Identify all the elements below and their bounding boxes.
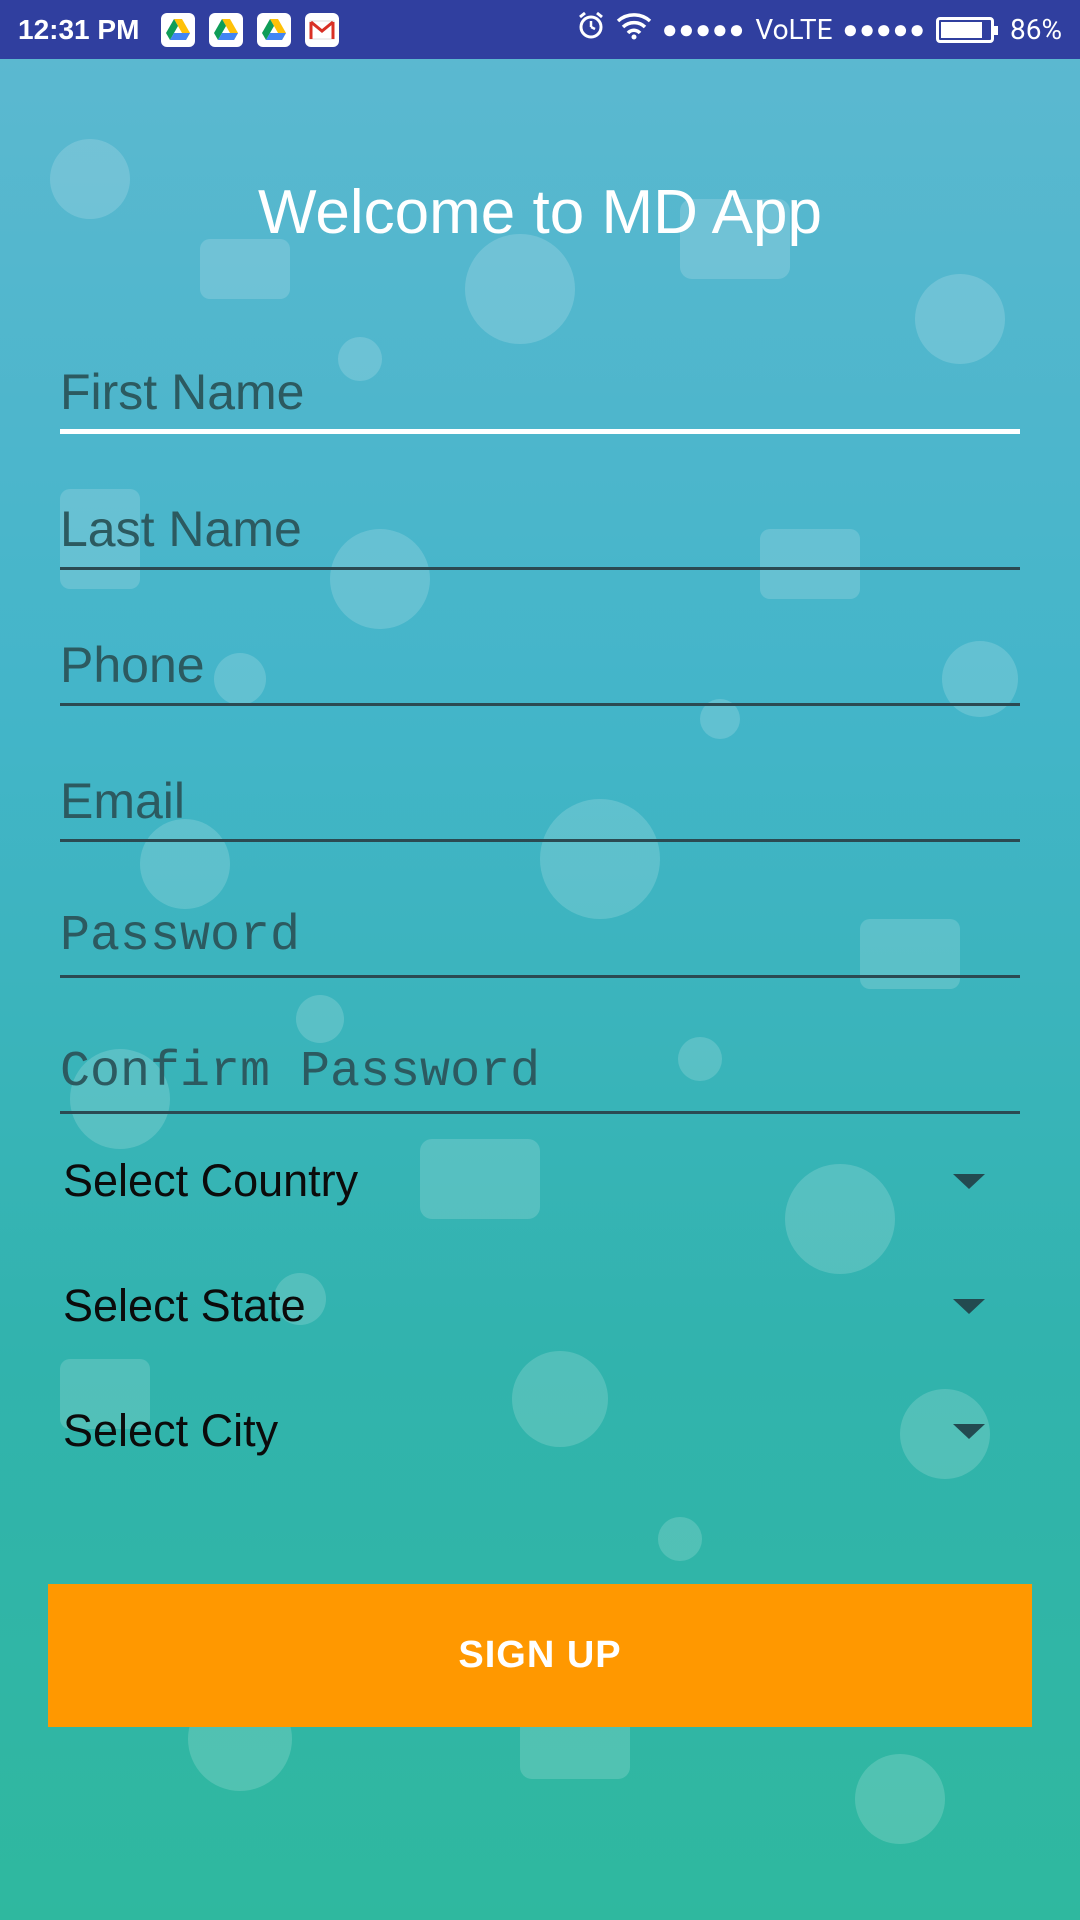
dropdown-arrow-icon (953, 1298, 985, 1314)
phone-field[interactable] (60, 626, 1020, 706)
status-time: 12:31 PM (18, 13, 140, 45)
battery-icon (936, 16, 999, 43)
dropdown-arrow-icon (953, 1173, 985, 1189)
status-bar-right: ●●●●● VoLTE ●●●●● 86% (566, 11, 1062, 48)
state-dropdown-label: Select State (63, 1280, 306, 1331)
welcome-title: Welcome to MD App (258, 178, 822, 247)
last-name-field[interactable] (60, 490, 1020, 570)
status-bar-left: 12:31 PM (18, 12, 353, 47)
city-dropdown[interactable]: Select City (63, 1396, 993, 1466)
network-type: VoLTE (755, 13, 833, 46)
gmail-icon (305, 12, 340, 47)
status-bar: 12:31 PM ●●●●● VoLTE ●●●●● 86% (0, 0, 1080, 59)
country-dropdown-label: Select Country (63, 1155, 359, 1206)
state-dropdown[interactable]: Select State (63, 1271, 993, 1341)
drive-icon (161, 12, 196, 47)
signup-button[interactable]: SIGN UP (48, 1584, 1032, 1727)
drive-icon (209, 12, 244, 47)
signup-screen: Welcome to MD App Select Country Select … (0, 59, 1080, 1920)
signal-strength-1: ●●●●● (661, 15, 746, 45)
wifi-icon (616, 12, 652, 47)
confirm-password-field[interactable] (60, 1034, 1020, 1114)
country-dropdown[interactable]: Select Country (63, 1146, 993, 1216)
dropdown-arrow-icon (953, 1423, 985, 1439)
password-field[interactable] (60, 898, 1020, 978)
signal-strength-2: ●●●●● (842, 15, 927, 45)
alarm-icon (576, 11, 606, 48)
first-name-field[interactable] (60, 354, 1020, 434)
battery-percent: 86% (1010, 13, 1062, 46)
battery-level (941, 21, 983, 38)
drive-icon (257, 12, 292, 47)
city-dropdown-label: Select City (63, 1405, 279, 1456)
email-field[interactable] (60, 762, 1020, 842)
